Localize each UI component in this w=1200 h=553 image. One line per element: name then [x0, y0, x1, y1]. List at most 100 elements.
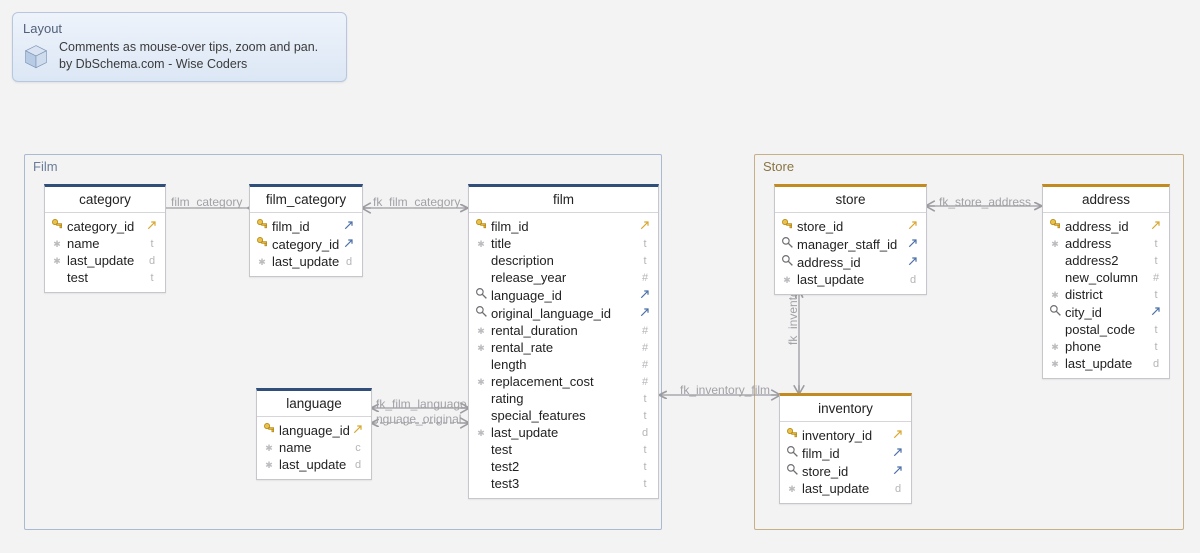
table-column[interactable]: ✱last_updated — [1043, 355, 1169, 372]
column-name: address — [1063, 236, 1149, 251]
fk-arrow-icon — [1150, 305, 1162, 317]
column-type — [906, 255, 920, 270]
table-address[interactable]: address address_id✱ address taddress2tnew_… — [1042, 184, 1170, 379]
table-column[interactable]: postal_codet — [1043, 321, 1169, 338]
table-column[interactable]: test2t — [469, 458, 658, 475]
key-icon — [256, 218, 269, 231]
fk-arrow-icon — [892, 446, 904, 458]
type-mark: t — [643, 444, 646, 456]
table-column[interactable]: ✱last_updated — [780, 480, 911, 497]
table-column[interactable]: ✱titlet — [469, 235, 658, 252]
table-column[interactable]: testt — [469, 441, 658, 458]
column-type: c — [351, 442, 365, 454]
column-name: last_update — [1063, 356, 1149, 371]
table-column[interactable]: address2t — [1043, 252, 1169, 269]
column-name: replacement_cost — [489, 374, 638, 389]
type-mark: d — [355, 459, 361, 471]
column-name: district — [1063, 287, 1149, 302]
asterisk-icon: ✱ — [477, 326, 485, 336]
info-text: Comments as mouse-over tips, zoom and pa… — [59, 39, 318, 73]
table-film-category[interactable]: film_category film_idcategory_id✱last_up… — [249, 184, 363, 277]
table-column[interactable]: ✱last_updated — [469, 424, 658, 441]
column-type: # — [638, 376, 652, 388]
column-name: last_update — [795, 272, 906, 287]
asterisk-icon: ✱ — [477, 239, 485, 249]
column-type — [891, 464, 905, 479]
table-column[interactable]: address_id — [1043, 217, 1169, 235]
type-mark: t — [1154, 238, 1157, 250]
table-column[interactable]: ✱phonet — [1043, 338, 1169, 355]
key-icon — [256, 236, 269, 249]
table-category[interactable]: category category_id✱namet✱last_updatedt… — [44, 184, 166, 293]
column-name: city_id — [1063, 305, 1149, 320]
table-column[interactable]: ratingt — [469, 390, 658, 407]
table-column[interactable]: film_id — [250, 217, 362, 235]
table-column[interactable]: ✱last_updated — [250, 253, 362, 270]
table-column[interactable]: address_id — [775, 253, 926, 271]
column-type: t — [1149, 324, 1163, 336]
table-column[interactable]: original_language_id — [469, 304, 658, 322]
table-column[interactable]: ✱namec — [257, 439, 371, 456]
column-type — [342, 219, 356, 234]
type-mark: t — [643, 393, 646, 405]
table-column[interactable]: language_id — [469, 286, 658, 304]
type-mark: # — [642, 325, 648, 337]
column-type: d — [1149, 358, 1163, 370]
table-column[interactable]: store_id — [780, 462, 911, 480]
group-store-label: Store — [763, 159, 794, 174]
table-column[interactable]: ✱last_updated — [45, 252, 165, 269]
table-store[interactable]: store store_idmanager_staff_idaddress_id… — [774, 184, 927, 295]
asterisk-icon: ✱ — [477, 343, 485, 353]
table-language[interactable]: language language_id✱namec✱last_updated — [256, 388, 372, 480]
asterisk-icon: ✱ — [477, 377, 485, 387]
table-column[interactable]: ✱districtt — [1043, 286, 1169, 303]
table-column[interactable]: store_id — [775, 217, 926, 235]
table-column[interactable]: film_id — [780, 444, 911, 462]
key-icon — [786, 427, 799, 440]
table-column[interactable]: test3t — [469, 475, 658, 492]
type-mark: t — [1154, 324, 1157, 336]
fk-arrow-icon — [639, 288, 651, 300]
column-name: inventory_id — [800, 428, 891, 443]
table-column[interactable]: ✱ replacement_cost # — [469, 373, 658, 390]
table-column[interactable]: new_column# — [1043, 269, 1169, 286]
type-mark: t — [150, 272, 153, 284]
key-icon — [475, 218, 488, 231]
table-column[interactable]: ✱rental_rate# — [469, 339, 658, 356]
table-column[interactable]: language_id — [257, 421, 371, 439]
column-type — [638, 288, 652, 303]
table-column[interactable]: manager_staff_id — [775, 235, 926, 253]
asterisk-icon: ✱ — [1051, 239, 1059, 249]
column-name: store_id — [800, 464, 891, 479]
column-name: last_update — [800, 481, 891, 496]
table-column[interactable]: ✱namet — [45, 235, 165, 252]
column-type: t — [638, 410, 652, 422]
table-column[interactable]: film_id — [469, 217, 658, 235]
column-type: # — [638, 325, 652, 337]
table-inventory[interactable]: inventory inventory_idfilm_idstore_id✱la… — [779, 393, 912, 504]
column-type: t — [638, 478, 652, 490]
table-column[interactable]: release_year# — [469, 269, 658, 286]
table-column[interactable]: category_id — [250, 235, 362, 253]
table-column[interactable]: ✱ address t — [1043, 235, 1169, 252]
table-column[interactable]: city_id — [1043, 303, 1169, 321]
table-column[interactable]: ✱last_updated — [257, 456, 371, 473]
type-mark: t — [643, 410, 646, 422]
table-column[interactable]: inventory_id — [780, 426, 911, 444]
table-column[interactable]: descriptiont — [469, 252, 658, 269]
table-column[interactable]: testt — [45, 269, 165, 286]
type-mark: # — [642, 376, 648, 388]
column-name: test2 — [489, 459, 638, 474]
lens-icon — [475, 305, 488, 318]
column-type — [145, 219, 159, 234]
column-name: category_id — [270, 237, 342, 252]
column-type: # — [638, 272, 652, 284]
column-name: test — [489, 442, 638, 457]
table-column[interactable]: special_featurest — [469, 407, 658, 424]
table-column[interactable]: category_id — [45, 217, 165, 235]
asterisk-icon: ✱ — [265, 443, 273, 453]
table-column[interactable]: ✱rental_duration# — [469, 322, 658, 339]
table-film[interactable]: film film_id✱titletdescriptiontrelease_y… — [468, 184, 659, 499]
table-column[interactable]: ✱last_updated — [775, 271, 926, 288]
table-column[interactable]: length# — [469, 356, 658, 373]
